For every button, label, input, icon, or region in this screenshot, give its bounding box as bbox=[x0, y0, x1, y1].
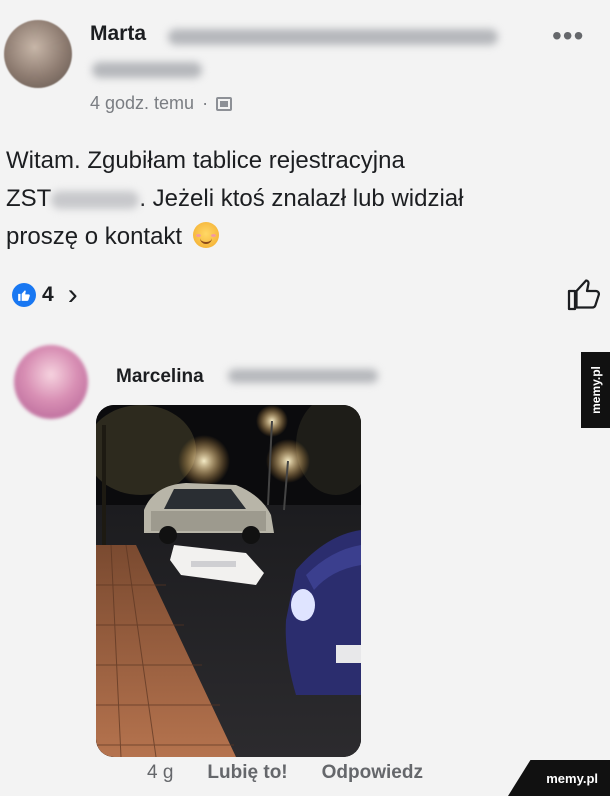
post-text-line-3-text: proszę o kontakt bbox=[6, 223, 183, 250]
comment-like-button[interactable]: Lubię to! bbox=[207, 762, 287, 784]
blurred-commenter-surname bbox=[228, 369, 378, 383]
post-meta: 4 godz. temu · bbox=[90, 93, 233, 114]
post-text-line-2-rest: . Jeżeli ktoś znalazł lub widział bbox=[139, 185, 464, 212]
plate-prefix: ZST bbox=[6, 185, 52, 212]
post-header: Marta 4 godz. temu · ••• bbox=[0, 0, 610, 120]
corner-watermark-text: memy.pl bbox=[546, 770, 598, 786]
privacy-group-icon bbox=[216, 96, 233, 111]
like-reaction-icon bbox=[12, 283, 36, 307]
comment-reply-button[interactable]: Odpowiedz bbox=[322, 762, 423, 784]
blurred-author-details bbox=[168, 29, 498, 45]
side-watermark-text: memy.pl bbox=[588, 366, 603, 414]
blurred-author-details-line2 bbox=[92, 62, 202, 78]
commenter-avatar[interactable] bbox=[14, 345, 88, 419]
post-author-name[interactable]: Marta bbox=[90, 22, 146, 46]
reactions-summary[interactable]: 4 › bbox=[12, 280, 78, 310]
author-avatar[interactable] bbox=[4, 20, 72, 88]
chevron-right-icon[interactable]: › bbox=[68, 280, 78, 310]
comment-timestamp[interactable]: 4 g bbox=[147, 762, 173, 784]
like-button-icon[interactable] bbox=[566, 276, 602, 317]
comment-actions: 4 g Lubię to! Odpowiedz bbox=[147, 762, 423, 784]
post-text-line-2: ZST . Jeżeli ktoś znalazł lub widział bbox=[6, 180, 596, 218]
corner-watermark: memy.pl bbox=[508, 760, 610, 796]
post-text-line-1: Witam. Zgubiłam tablice rejestracyjna bbox=[6, 147, 405, 174]
post-timestamp[interactable]: 4 godz. temu bbox=[90, 93, 194, 114]
more-options-icon[interactable]: ••• bbox=[552, 22, 584, 50]
side-watermark: memy.pl bbox=[581, 352, 610, 428]
meta-separator: · bbox=[202, 93, 209, 113]
blurred-plate-number bbox=[51, 190, 140, 209]
smiling-emoji-icon bbox=[192, 222, 219, 248]
comment-photo[interactable] bbox=[96, 405, 361, 757]
reaction-count: 4 bbox=[42, 283, 54, 306]
post-text: Witam. Zgubiłam tablice rejestracyjna ZS… bbox=[6, 142, 596, 256]
comment-author-name[interactable]: Marcelina bbox=[116, 366, 204, 388]
post-text-line-3: proszę o kontakt bbox=[6, 218, 596, 256]
